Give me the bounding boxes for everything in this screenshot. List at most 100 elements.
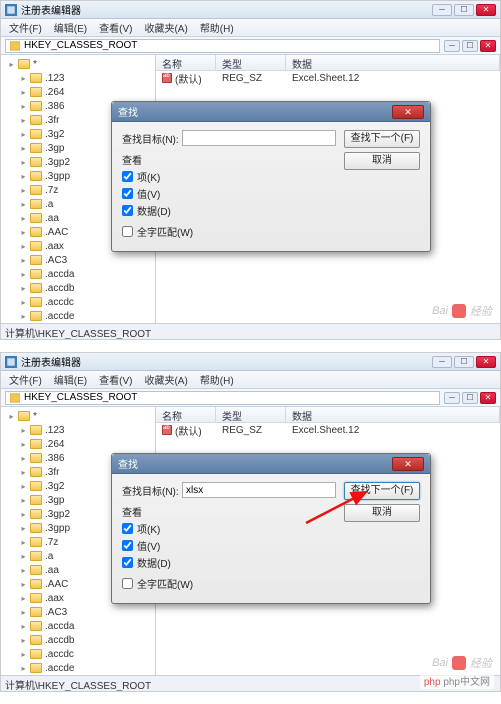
expand-icon[interactable]: ▸ xyxy=(19,228,28,237)
menu-view[interactable]: 查看(V) xyxy=(93,372,138,387)
cancel-button[interactable]: 取消 xyxy=(344,504,420,522)
expand-icon[interactable]: ▸ xyxy=(19,510,28,519)
tree-item[interactable]: ▸.AC3 xyxy=(1,605,155,619)
titlebar[interactable]: 注册表编辑器 ─ ☐ ✕ xyxy=(1,1,500,19)
tree-item[interactable]: ▸.accdb xyxy=(1,281,155,295)
min-button[interactable]: ─ xyxy=(432,4,452,16)
expand-icon[interactable]: ▸ xyxy=(19,158,28,167)
expand-icon[interactable]: ▸ xyxy=(19,538,28,547)
expand-icon[interactable]: ▸ xyxy=(19,468,28,477)
chk-values[interactable]: 值(V) xyxy=(122,186,336,201)
tree-item[interactable]: ▸.123 xyxy=(1,71,155,85)
menu-help[interactable]: 帮助(H) xyxy=(194,372,240,387)
tree-item[interactable]: ▸* xyxy=(1,57,155,71)
min-button[interactable]: ─ xyxy=(432,356,452,368)
list-row[interactable]: (默认) REG_SZ Excel.Sheet.12 xyxy=(156,423,500,438)
menu-file[interactable]: 文件(F) xyxy=(3,20,48,35)
expand-icon[interactable]: ▸ xyxy=(19,74,28,83)
chk-whole[interactable]: 全字匹配(W) xyxy=(122,576,336,591)
expand-icon[interactable]: ▸ xyxy=(19,566,28,575)
find-next-button[interactable]: 查找下一个(F) xyxy=(344,482,420,500)
chk-values[interactable]: 值(V) xyxy=(122,538,336,553)
find-next-button[interactable]: 查找下一个(F) xyxy=(344,130,420,148)
expand-icon[interactable]: ▸ xyxy=(19,242,28,251)
max-button-2[interactable]: ☐ xyxy=(462,40,478,52)
tree-item[interactable]: ▸.accdc xyxy=(1,647,155,661)
dialog-titlebar[interactable]: 查找 ✕ xyxy=(112,454,430,474)
expand-icon[interactable]: ▸ xyxy=(19,440,28,449)
find-dialog[interactable]: 查找 ✕ 查找目标(N): 查看 项(K) 值(V) 数据(D) xyxy=(111,453,431,604)
min-button-2[interactable]: ─ xyxy=(444,392,460,404)
max-button-2[interactable]: ☐ xyxy=(462,392,478,404)
tree-item[interactable]: ▸.accde xyxy=(1,661,155,675)
expand-icon[interactable]: ▸ xyxy=(19,580,28,589)
dialog-close-button[interactable]: ✕ xyxy=(392,457,424,471)
chk-data-box[interactable] xyxy=(122,557,133,568)
col-data[interactable]: 数据 xyxy=(286,55,500,70)
expand-icon[interactable]: ▸ xyxy=(19,496,28,505)
close-button[interactable]: ✕ xyxy=(476,356,496,368)
expand-icon[interactable]: ▸ xyxy=(19,636,28,645)
chk-whole[interactable]: 全字匹配(W) xyxy=(122,224,336,239)
expand-icon[interactable]: ▸ xyxy=(19,426,28,435)
find-target-input[interactable] xyxy=(182,482,336,498)
chk-keys-box[interactable] xyxy=(122,523,133,534)
dialog-close-button[interactable]: ✕ xyxy=(392,105,424,119)
tree-item[interactable]: ▸.AC3 xyxy=(1,253,155,267)
expand-icon[interactable]: ▸ xyxy=(19,214,28,223)
col-name[interactable]: 名称 xyxy=(156,407,216,422)
address-field[interactable]: HKEY_CLASSES_ROOT xyxy=(5,39,440,53)
close-button-2[interactable]: ✕ xyxy=(480,392,496,404)
expand-icon[interactable]: ▸ xyxy=(19,186,28,195)
tree-item[interactable]: ▸.accda xyxy=(1,267,155,281)
expand-icon[interactable]: ▸ xyxy=(19,454,28,463)
expand-icon[interactable]: ▸ xyxy=(19,482,28,491)
cancel-button[interactable]: 取消 xyxy=(344,152,420,170)
chk-whole-box[interactable] xyxy=(122,578,133,589)
tree-item[interactable]: ▸.accdc xyxy=(1,295,155,309)
tree-item[interactable]: ▸.accde xyxy=(1,309,155,323)
chk-data[interactable]: 数据(D) xyxy=(122,555,336,570)
chk-whole-box[interactable] xyxy=(122,226,133,237)
expand-icon[interactable]: ▸ xyxy=(19,552,28,561)
dialog-titlebar[interactable]: 查找 ✕ xyxy=(112,102,430,122)
max-button[interactable]: ☐ xyxy=(454,4,474,16)
expand-icon[interactable]: ▸ xyxy=(19,664,28,673)
tree-item[interactable]: ▸.264 xyxy=(1,437,155,451)
chk-keys-box[interactable] xyxy=(122,171,133,182)
expand-icon[interactable]: ▸ xyxy=(19,270,28,279)
menu-edit[interactable]: 编辑(E) xyxy=(48,20,93,35)
menu-fav[interactable]: 收藏夹(A) xyxy=(138,372,193,387)
col-type[interactable]: 类型 xyxy=(216,55,286,70)
close-button-2[interactable]: ✕ xyxy=(480,40,496,52)
expand-icon[interactable]: ▸ xyxy=(7,60,16,69)
chk-keys[interactable]: 项(K) xyxy=(122,521,336,536)
expand-icon[interactable]: ▸ xyxy=(19,650,28,659)
menu-view[interactable]: 查看(V) xyxy=(93,20,138,35)
expand-icon[interactable]: ▸ xyxy=(19,144,28,153)
expand-icon[interactable]: ▸ xyxy=(19,256,28,265)
col-name[interactable]: 名称 xyxy=(156,55,216,70)
expand-icon[interactable]: ▸ xyxy=(19,172,28,181)
tree-item[interactable]: ▸.123 xyxy=(1,423,155,437)
expand-icon[interactable]: ▸ xyxy=(19,594,28,603)
expand-icon[interactable]: ▸ xyxy=(19,88,28,97)
chk-data[interactable]: 数据(D) xyxy=(122,203,336,218)
expand-icon[interactable]: ▸ xyxy=(19,200,28,209)
expand-icon[interactable]: ▸ xyxy=(19,284,28,293)
menu-fav[interactable]: 收藏夹(A) xyxy=(138,20,193,35)
expand-icon[interactable]: ▸ xyxy=(7,412,16,421)
expand-icon[interactable]: ▸ xyxy=(19,298,28,307)
menu-file[interactable]: 文件(F) xyxy=(3,372,48,387)
menu-edit[interactable]: 编辑(E) xyxy=(48,372,93,387)
list-row[interactable]: (默认) REG_SZ Excel.Sheet.12 xyxy=(156,71,500,86)
address-field[interactable]: HKEY_CLASSES_ROOT xyxy=(5,391,440,405)
expand-icon[interactable]: ▸ xyxy=(19,312,28,321)
tree-item[interactable]: ▸.264 xyxy=(1,85,155,99)
expand-icon[interactable]: ▸ xyxy=(19,608,28,617)
chk-data-box[interactable] xyxy=(122,205,133,216)
expand-icon[interactable]: ▸ xyxy=(19,116,28,125)
titlebar[interactable]: 注册表编辑器 ─ ☐ ✕ xyxy=(1,353,500,371)
expand-icon[interactable]: ▸ xyxy=(19,130,28,139)
menu-help[interactable]: 帮助(H) xyxy=(194,20,240,35)
